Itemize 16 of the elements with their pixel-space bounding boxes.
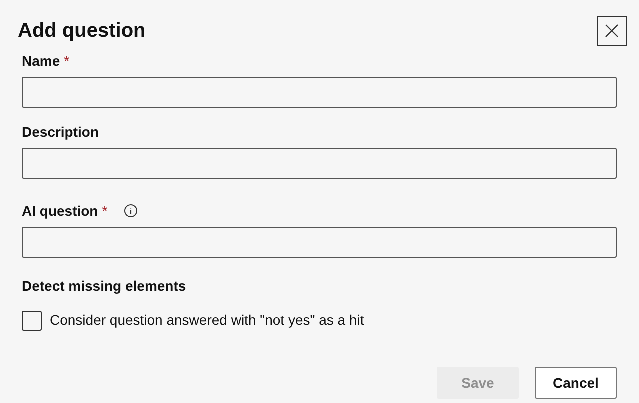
text-field[interactable] <box>22 148 617 179</box>
cancel-button[interactable]: Cancel <box>535 367 617 399</box>
dialog-title: Add question <box>18 19 146 44</box>
checkbox-label: Consider question answered with "not yes" as a hit <box>50 311 364 330</box>
close-icon <box>604 23 620 39</box>
checkbox[interactable] <box>22 310 42 330</box>
info-icon[interactable] <box>124 204 138 218</box>
text-field[interactable] <box>22 227 617 258</box>
field-label: Name <box>22 52 60 70</box>
section-title: Detect missing elements <box>22 277 188 296</box>
field-label: Description <box>22 122 100 142</box>
text-field[interactable] <box>22 77 617 108</box>
close-button[interactable] <box>597 16 627 46</box>
field-label: AI question <box>22 202 98 221</box>
required-mark: * <box>102 202 108 220</box>
required-mark: * <box>64 52 70 70</box>
